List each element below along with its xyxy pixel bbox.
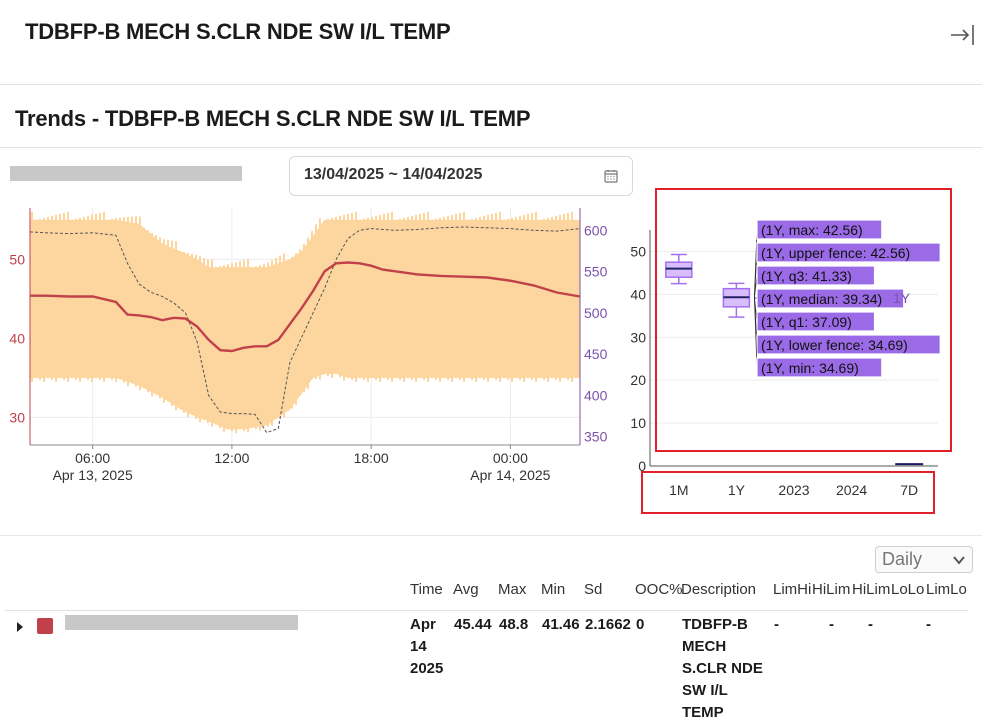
boxplot-tooltip: (1Y, max: 42.56) (1Y, upper fence: 42.56)…	[754, 219, 941, 378]
column-header-hilim-2[interactable]: HiLim	[852, 581, 890, 598]
tooltip-text: (1Y, upper fence: 42.56)	[761, 245, 910, 261]
x-tick-date-label: Apr 13, 2025	[53, 467, 133, 483]
box-7d	[895, 463, 924, 466]
x-category-label: 1Y	[728, 482, 746, 498]
cell-avg: 45.44	[454, 616, 492, 633]
y-right-tick-label: 400	[584, 387, 608, 403]
app-header: TDBFP-B MECH S.CLR NDE SW I/L TEMP	[0, 0, 982, 85]
tooltip-text: (1Y, q1: 37.09)	[761, 314, 852, 330]
y-left-tick-label: 40	[9, 330, 25, 346]
column-header-max[interactable]: Max	[498, 581, 526, 598]
y-right-tick-label: 500	[584, 305, 608, 321]
cell-sd: 2.1662	[585, 616, 631, 633]
cell-time: Apr 14 2025	[410, 616, 444, 677]
x-tick-label: 06:00	[75, 450, 110, 466]
y-tick-label: 20	[630, 372, 646, 388]
tooltip-text: (1Y, median: 39.34)	[761, 291, 882, 307]
exit-icon[interactable]	[949, 22, 977, 48]
y-tick-label: 50	[630, 243, 646, 259]
x-category-label: 1M	[669, 482, 688, 498]
x-tick-label: 18:00	[354, 450, 389, 466]
y-tick-label: 30	[630, 329, 646, 345]
tooltip-text: (1Y, min: 34.69)	[761, 360, 859, 376]
column-header-ooc[interactable]: OOC%	[635, 581, 683, 598]
y-right-tick-label: 350	[584, 429, 608, 445]
column-header-avg[interactable]: Avg	[453, 581, 479, 598]
divider	[0, 535, 982, 536]
calendar-icon	[604, 170, 618, 183]
y-tick-label: 0	[638, 458, 646, 474]
box-1y	[722, 282, 751, 318]
divider	[0, 147, 982, 148]
tooltip-category-label: 1Y	[893, 290, 911, 306]
expand-row-icon[interactable]	[15, 621, 25, 633]
trend-chart[interactable]: 30 40 50 350 400 450 500 550 600 06:00Apr 13, 202…	[0, 200, 620, 500]
cell-min: 41.46	[542, 616, 580, 633]
cell-description: TDBFP-B MECH S.CLR NDE SW I/L TEMP	[682, 616, 763, 721]
boxplot-chart[interactable]: 0 10 20 30 40 50 1M 1Y 2023 2024 7D (1Y, max: 42.56…	[620, 180, 982, 520]
column-header-time[interactable]: Time	[410, 581, 443, 598]
chevron-down-icon	[953, 556, 965, 565]
series-color-swatch	[37, 618, 53, 634]
date-range-value: 13/04/2025 ~ 14/04/2025	[304, 166, 483, 183]
period-select[interactable]: Daily	[875, 546, 973, 573]
column-header-description[interactable]: Description	[681, 581, 756, 598]
box-flat	[895, 463, 924, 466]
column-header-min[interactable]: Min	[541, 581, 565, 598]
column-header-lolo[interactable]: LoLo	[891, 581, 924, 598]
redacted-tag	[10, 166, 242, 181]
cell-lim-3: -	[868, 616, 873, 633]
tooltip-text: (1Y, lower fence: 34.69)	[761, 337, 908, 353]
y-right-tick-label: 450	[584, 346, 608, 362]
column-header-sd[interactable]: Sd	[584, 581, 602, 598]
page-title: TDBFP-B MECH S.CLR NDE SW I/L TEMP	[25, 19, 451, 44]
box-1m	[665, 253, 693, 285]
cell-lim-1: -	[774, 616, 779, 633]
tooltip-text: (1Y, q3: 41.33)	[761, 268, 852, 284]
x-tick-label: 00:00	[493, 450, 528, 466]
cell-lim-4: -	[926, 616, 931, 633]
cell-ooc: 0	[636, 616, 645, 633]
x-tick-date-label: Apr 14, 2025	[470, 467, 550, 483]
tooltip-text: (1Y, max: 42.56)	[761, 222, 863, 238]
date-range-picker[interactable]: 13/04/2025 ~ 14/04/2025	[289, 156, 633, 196]
band-area	[30, 219, 580, 430]
section-title: Trends - TDBFP-B MECH S.CLR NDE SW I/L T…	[15, 106, 531, 131]
column-header-hilim-1[interactable]: HiLim	[812, 581, 850, 598]
cell-max: 48.8	[499, 616, 529, 633]
cell-lim-2: -	[829, 616, 834, 633]
y-left-tick-label: 50	[9, 251, 25, 267]
x-category-label: 2024	[836, 482, 867, 498]
y-right-tick-label: 550	[584, 264, 608, 280]
y-tick-label: 40	[630, 286, 646, 302]
table-divider	[5, 610, 968, 611]
redacted-tag	[65, 615, 298, 630]
box-body	[665, 261, 693, 278]
x-category-label: 2023	[778, 482, 809, 498]
y-tick-label: 10	[630, 415, 646, 431]
x-tick-label: 12:00	[214, 450, 249, 466]
column-header-limhi[interactable]: LimHi	[773, 581, 811, 598]
y-right-tick-label: 600	[584, 222, 608, 238]
period-select-value: Daily	[882, 549, 923, 569]
y-left-tick-label: 30	[9, 409, 25, 425]
column-header-limlo[interactable]: LimLo	[926, 581, 967, 598]
x-category-label: 7D	[900, 482, 918, 498]
